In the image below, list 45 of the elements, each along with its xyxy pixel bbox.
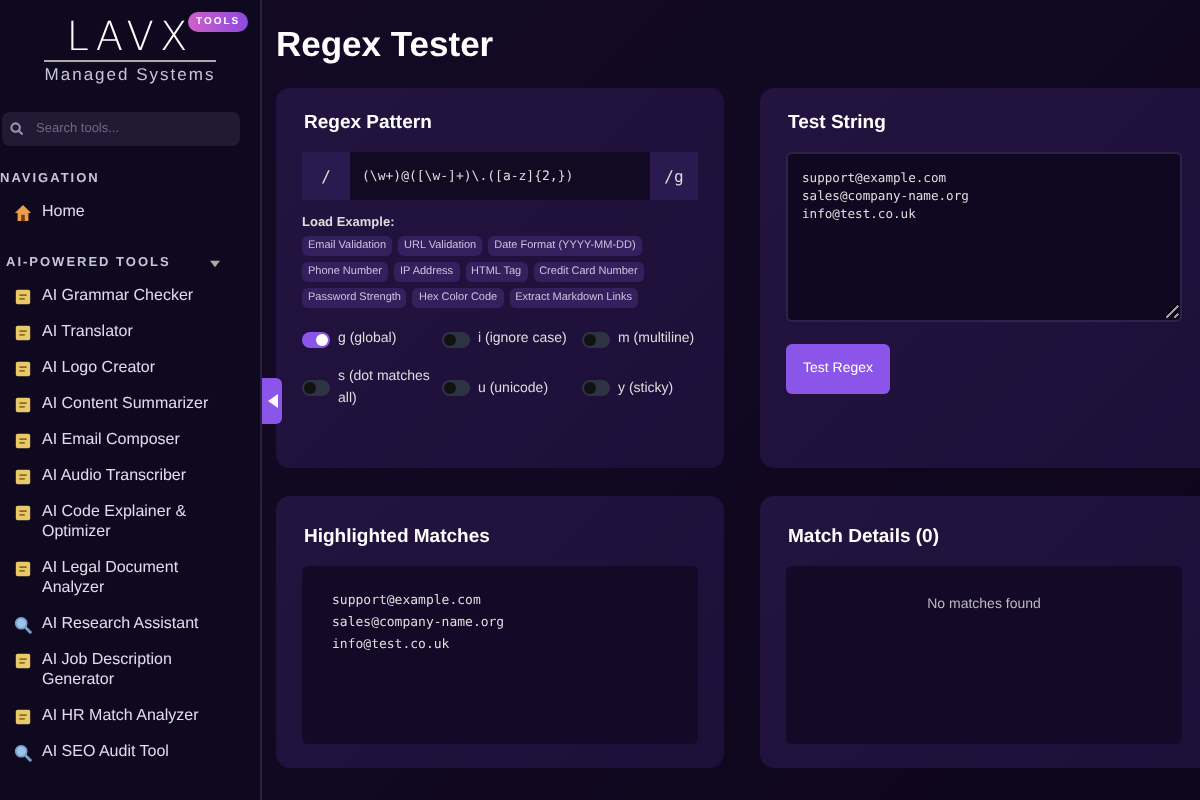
note-icon bbox=[14, 560, 32, 578]
logo-wordmark: LAVX bbox=[66, 16, 194, 56]
sidebar-item[interactable]: AI Email Composer bbox=[0, 422, 260, 458]
sidebar-item[interactable]: AI HR Match Analyzer bbox=[0, 698, 260, 734]
flag-toggle[interactable] bbox=[442, 331, 470, 347]
card-title: Highlighted Matches bbox=[304, 526, 492, 548]
house-icon bbox=[14, 204, 32, 222]
note-icon bbox=[14, 468, 32, 486]
sidebar-item[interactable]: AI Audio Transcriber bbox=[0, 458, 260, 494]
card-title: Regex Pattern bbox=[304, 112, 434, 134]
left-triangle-icon bbox=[267, 394, 277, 408]
collapse-sidebar-button[interactable] bbox=[262, 378, 282, 424]
flag-toggle[interactable] bbox=[582, 331, 610, 347]
sidebar-item[interactable]: AI Research Assistant bbox=[0, 606, 260, 642]
note-icon bbox=[14, 324, 32, 342]
flag-toggle[interactable] bbox=[302, 331, 330, 347]
flag-toggle[interactable] bbox=[582, 380, 610, 396]
flag-toggle[interactable] bbox=[302, 380, 330, 396]
logo-tagline: Managed Systems bbox=[44, 60, 216, 84]
sidebar-item[interactable]: AI Grammar Checker bbox=[0, 278, 260, 314]
magnifier-icon bbox=[14, 744, 32, 762]
sidebar-item[interactable]: AI Code Explainer & Optimizer bbox=[0, 494, 260, 550]
note-icon bbox=[14, 360, 32, 378]
sidebar-item[interactable]: AI Logo Creator bbox=[0, 350, 260, 386]
sidebar-item[interactable]: AI Translator bbox=[0, 314, 260, 350]
note-icon bbox=[14, 432, 32, 450]
note-icon bbox=[14, 504, 32, 522]
search-icon bbox=[10, 122, 24, 136]
flag-toggle[interactable] bbox=[442, 380, 470, 396]
card-title: Test String bbox=[788, 112, 888, 134]
card-title: Match Details (0) bbox=[788, 526, 941, 548]
sidebar-item[interactable]: AI Job Description Generator bbox=[0, 642, 260, 698]
sidebar-item[interactable]: AI Content Summarizer bbox=[0, 386, 260, 422]
regex-delimiter: / bbox=[302, 152, 350, 200]
caret-icon[interactable] bbox=[210, 259, 220, 267]
sidebar-item[interactable]: AI Legal Document Analyzer bbox=[0, 550, 260, 606]
note-icon bbox=[14, 288, 32, 306]
sidebar-item[interactable]: AI SEO Audit Tool bbox=[0, 734, 260, 770]
magnifier-icon bbox=[14, 616, 32, 634]
sidebar-item[interactable]: Home bbox=[0, 194, 260, 230]
note-icon bbox=[14, 708, 32, 726]
note-icon bbox=[14, 396, 32, 414]
page-title: Regex Tester bbox=[276, 24, 496, 66]
regex-flags-suffix: /g bbox=[650, 152, 698, 200]
note-icon bbox=[14, 652, 32, 670]
